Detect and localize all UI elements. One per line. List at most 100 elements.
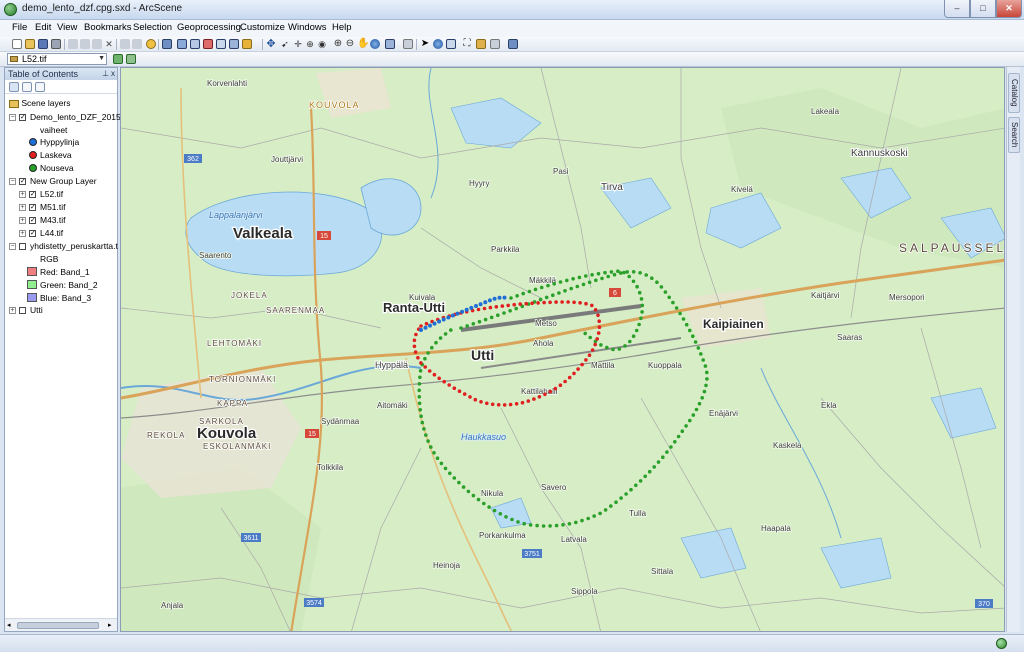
- delete-icon[interactable]: ✕: [104, 39, 114, 49]
- arctoolbox-icon[interactable]: [216, 39, 226, 49]
- scene-view[interactable]: 15 15 6 362 3611 3574 3751 370 Valkeala …: [120, 67, 1005, 632]
- checkbox-l44[interactable]: ✓: [29, 230, 36, 237]
- scrollbar-thumb[interactable]: [17, 622, 99, 629]
- layer-select[interactable]: L52.tif ▼: [7, 53, 107, 65]
- group-layer-label[interactable]: New Group Layer: [30, 176, 97, 186]
- demo-layer-label[interactable]: Demo_lento_DZF_2015: [30, 112, 121, 122]
- open-folder-icon[interactable]: [25, 39, 35, 49]
- add-data-icon[interactable]: [146, 39, 156, 49]
- toc-horizontal-scrollbar[interactable]: ◂ ▸: [5, 618, 117, 631]
- paste-icon[interactable]: [92, 39, 102, 49]
- scene-layers-row[interactable]: Scene layers: [9, 98, 71, 108]
- list-by-drawing-order-icon[interactable]: [9, 82, 19, 92]
- html-popup-icon[interactable]: [446, 39, 456, 49]
- menu-help[interactable]: Help: [332, 22, 352, 33]
- expander-l44[interactable]: +: [19, 230, 26, 237]
- scene-properties-icon[interactable]: [162, 39, 172, 49]
- undo-icon[interactable]: [120, 39, 130, 49]
- python-window-icon[interactable]: [229, 39, 239, 49]
- close-button[interactable]: ✕: [996, 0, 1022, 18]
- checkbox-m51[interactable]: ✓: [29, 204, 36, 211]
- road-shield-362: 362: [184, 154, 202, 163]
- zoom-out-icon[interactable]: ⊖: [345, 39, 355, 49]
- fly-icon[interactable]: ➹: [280, 39, 290, 49]
- green-band-swatch[interactable]: [27, 280, 37, 289]
- full-extent-icon[interactable]: [370, 39, 380, 49]
- l44-label[interactable]: L44.tif: [40, 228, 63, 238]
- expander-utti[interactable]: +: [9, 307, 16, 314]
- nouseva-point: [435, 456, 440, 461]
- red-band-swatch[interactable]: [27, 267, 37, 276]
- nouseva-point: [684, 424, 688, 428]
- m51-label[interactable]: M51.tif: [40, 202, 66, 212]
- copy-icon[interactable]: [80, 39, 90, 49]
- expander-demo-layer[interactable]: −: [9, 114, 16, 121]
- modelbuilder-icon[interactable]: [242, 39, 252, 49]
- navigate-icon[interactable]: ✥: [266, 39, 276, 50]
- full-screen-icon[interactable]: [403, 39, 413, 49]
- 3d-effects-icon[interactable]: [508, 39, 518, 49]
- identify-icon[interactable]: [433, 39, 443, 49]
- steepest-path-icon[interactable]: [126, 54, 136, 64]
- find-icon[interactable]: ⛶: [462, 39, 472, 49]
- zoom-in-icon[interactable]: ⊕: [333, 39, 343, 49]
- cut-icon[interactable]: [68, 39, 78, 49]
- menu-windows[interactable]: Windows: [288, 22, 327, 33]
- pin-icon[interactable]: ⊥: [102, 68, 109, 80]
- checkbox-l52[interactable]: ✓: [29, 191, 36, 198]
- utti-label[interactable]: Utti: [30, 305, 43, 315]
- nouseva-point: [426, 439, 430, 443]
- save-icon[interactable]: [38, 39, 48, 49]
- set-observer-icon[interactable]: ◉: [317, 39, 327, 49]
- checkbox-group-layer[interactable]: ✓: [19, 178, 26, 185]
- nouseva-point: [477, 319, 482, 324]
- menu-geoprocessing[interactable]: Geoprocessing: [177, 22, 241, 33]
- scroll-left-icon[interactable]: ◂: [7, 621, 11, 629]
- search-tab[interactable]: Search: [1008, 117, 1020, 153]
- catalog-tab[interactable]: Catalog: [1008, 73, 1020, 113]
- checkbox-m43[interactable]: ✓: [29, 217, 36, 224]
- menu-selection[interactable]: Selection: [133, 22, 172, 33]
- list-by-visibility-icon[interactable]: [35, 82, 45, 92]
- m43-label[interactable]: M43.tif: [40, 215, 66, 225]
- new-document-icon[interactable]: [12, 39, 22, 49]
- label-kuivala: Kuivala: [409, 293, 436, 302]
- checkbox-demo-layer[interactable]: ✓: [19, 114, 26, 121]
- menu-customize[interactable]: Customize: [240, 22, 285, 33]
- checkbox-utti[interactable]: [19, 307, 26, 314]
- hyppylinja-symbol[interactable]: [29, 138, 37, 146]
- blue-band-swatch[interactable]: [27, 293, 37, 302]
- redo-icon[interactable]: [132, 39, 142, 49]
- checkbox-yhdistetty[interactable]: [19, 243, 26, 250]
- expander-m43[interactable]: +: [19, 217, 26, 224]
- expander-yhdistetty[interactable]: −: [9, 243, 16, 250]
- animation-icon[interactable]: [490, 39, 500, 49]
- yhdistetty-label[interactable]: yhdistetty_peruskartta.t: [30, 241, 118, 251]
- expander-group-layer[interactable]: −: [9, 178, 16, 185]
- l52-label[interactable]: L52.tif: [40, 189, 63, 199]
- maximize-button[interactable]: □: [970, 0, 996, 18]
- pan-icon[interactable]: ✋: [357, 39, 369, 49]
- catalog-window-icon[interactable]: [190, 39, 200, 49]
- search-window-icon[interactable]: [203, 39, 213, 49]
- minimize-button[interactable]: –: [944, 0, 970, 18]
- laskeva-symbol[interactable]: [29, 151, 37, 159]
- expander-m51[interactable]: +: [19, 204, 26, 211]
- menu-bookmarks[interactable]: Bookmarks: [84, 22, 132, 33]
- toc-close-button[interactable]: x: [111, 68, 115, 80]
- zoom-to-target-icon[interactable]: ⊕: [305, 39, 315, 49]
- create-contour-icon[interactable]: [113, 54, 123, 64]
- print-icon[interactable]: [51, 39, 61, 49]
- toc-window-icon[interactable]: [177, 39, 187, 49]
- measure-icon[interactable]: [476, 39, 486, 49]
- menu-edit[interactable]: Edit: [35, 22, 51, 33]
- menu-view[interactable]: View: [57, 22, 77, 33]
- center-on-target-icon[interactable]: ✛: [293, 39, 303, 49]
- list-by-source-icon[interactable]: [22, 82, 32, 92]
- menu-file[interactable]: File: [12, 22, 27, 33]
- scroll-right-icon[interactable]: ▸: [108, 621, 112, 629]
- expander-l52[interactable]: +: [19, 191, 26, 198]
- nouseva-symbol[interactable]: [29, 164, 37, 172]
- select-features-icon[interactable]: ➤: [420, 39, 430, 49]
- narrow-fov-icon[interactable]: [385, 39, 395, 49]
